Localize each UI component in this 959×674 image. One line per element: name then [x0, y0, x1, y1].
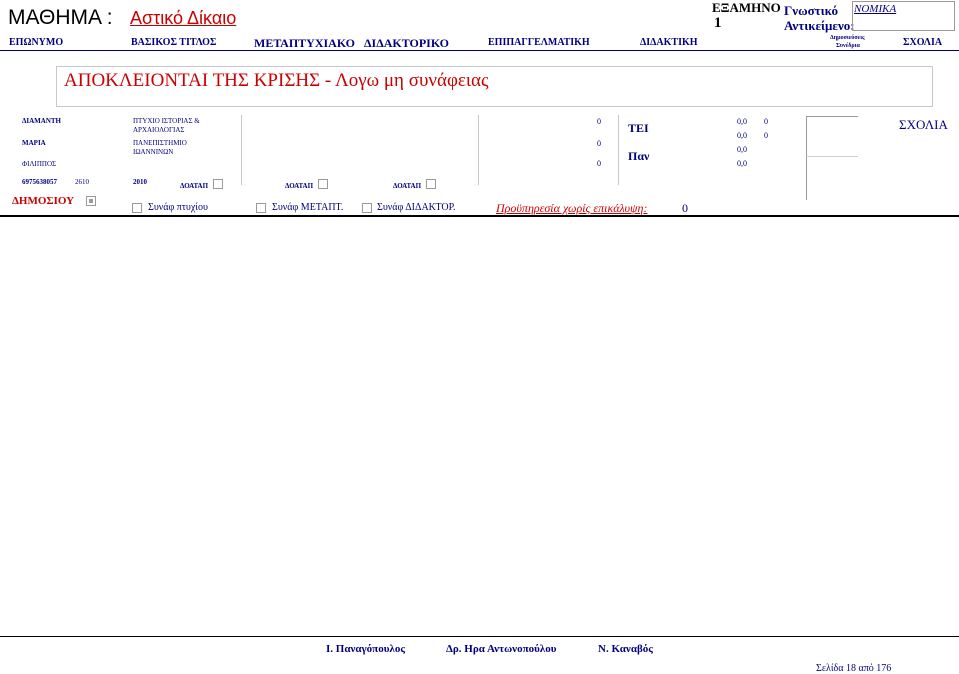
publications-box-2	[806, 156, 858, 200]
footer-signer-2: Δρ. Ηρα Αντωνοπούλου	[446, 643, 557, 655]
col-publications-line1: Δημοσιεύσεις	[830, 35, 865, 41]
footer-signer-1: Ι. Παναγόπουλος	[326, 643, 405, 655]
record-university-line2: ΙΩΑΝΝΙΝΩΝ	[133, 148, 174, 156]
teach-value-4: 0,0	[737, 159, 747, 168]
teach-value-5: 0	[764, 117, 768, 126]
doatap-label-2: ΔΟΑΤΑΠ	[285, 182, 314, 190]
col-publications-line2: Συνέδρια	[836, 43, 860, 49]
doatap-label-3: ΔΟΑΤΑΠ	[393, 182, 422, 190]
record-code: 2610	[75, 178, 89, 186]
doatap-label-1: ΔΟΑΤΑΠ	[180, 182, 209, 190]
public-sector-label: ΔΗΜΟΣΙΟΥ	[12, 195, 75, 207]
relevance-doctorate-label: Συνάφ ΔΙΔΑΚΤΟΡ.	[377, 202, 456, 213]
col-comments: ΣΧΟΛΙΑ	[903, 37, 943, 48]
teach-value-3: 0,0	[737, 145, 747, 154]
col-teaching: ΔΙΔΑΚΤΙΚΗ	[640, 37, 698, 48]
record-degree-year: 2010	[133, 178, 147, 186]
record-bottom-rule	[0, 215, 959, 217]
record-divider-1	[241, 115, 242, 185]
area-label-line2: Αντικείμενο:	[784, 18, 855, 33]
record-first-name: ΜΑΡΙΑ	[22, 139, 46, 147]
footer-signer-3: Ν. Καναβός	[598, 643, 653, 655]
area-value: ΝΟΜΙΚΑ	[854, 3, 897, 15]
doatap-checkbox-1[interactable]	[213, 179, 223, 189]
record-divider-3	[618, 115, 619, 185]
banner-text: ΑΠΟΚΛΕΙΟΝΤΑΙ ΤΗΣ ΚΡΙΣΗΣ - Λογω μη συνάφε…	[64, 70, 489, 91]
subject-label: ΜΑΘΗΜΑ :	[8, 6, 113, 29]
col-surname: ΕΠΩΝΥΜΟ	[9, 37, 64, 48]
record-phone: 6975638057	[22, 178, 57, 186]
record-university-line1: ΠΑΝΕΠΙΣΤΗΜΙΟ	[133, 139, 187, 147]
subject-value: Αστικό Δίκαιο	[130, 8, 237, 28]
col-professional: ΕΠΙΠΑΓΓΕΛΜΑΤΙΚΗ	[488, 37, 590, 48]
area-label-line1: Γνωστικό	[784, 3, 839, 18]
record-surname: ΔΙΑΜΑΝΤΗ	[22, 117, 61, 125]
record-degree-line1: ΠΤΥΧΙΟ ΙΣΤΟΡΙΑΣ &	[133, 117, 200, 125]
footer-page-info: Σελίδα 18 από 176	[816, 663, 892, 674]
publications-box-1	[806, 116, 858, 156]
doatap-checkbox-3[interactable]	[426, 179, 436, 189]
prior-service-value: 0	[682, 201, 688, 215]
public-sector-checkbox[interactable]	[86, 196, 96, 206]
semester-label: ΕΞΑΜΗΝΟ	[712, 0, 781, 15]
prof-value-2: 0	[597, 139, 601, 148]
prof-value-3: 0	[597, 159, 601, 168]
col-doctorate: ΔΙΔΑΚΤΟΡΙΚΟ	[364, 36, 449, 50]
teach-value-6: 0	[764, 131, 768, 140]
relevance-degree-checkbox[interactable]	[132, 203, 142, 213]
teach-value-2: 0,0	[737, 131, 747, 140]
semester-value: 1	[714, 15, 722, 31]
teach-value-1: 0,0	[737, 117, 747, 126]
header-divider	[0, 50, 959, 51]
relevance-doctorate-checkbox[interactable]	[362, 203, 372, 213]
col-masters: ΜΕΤΑΠΤΥΧΙΑΚΟ	[254, 36, 355, 50]
record-comments: ΣΧΟΛΙΑ	[899, 117, 948, 132]
record-degree-line2: ΑΡΧΑΙΟΛΟΓΙΑΣ	[133, 126, 185, 134]
col-main-degree: ΒΑΣΙΚΟΣ ΤΙΤΛΟΣ	[131, 37, 217, 48]
pan-label: Παν	[628, 149, 650, 163]
relevance-masters-checkbox[interactable]	[256, 203, 266, 213]
record-father-name: ΦΙΛΙΠΠΟΣ	[22, 160, 57, 168]
tei-label: ΤΕΙ	[628, 121, 649, 135]
doatap-checkbox-2[interactable]	[318, 179, 328, 189]
relevance-masters-label: Συνάφ ΜΕΤΑΠΤ.	[272, 202, 344, 213]
prof-value-1: 0	[597, 117, 601, 126]
footer-rule	[0, 636, 959, 637]
prior-service-label: Προϋπηρεσία χωρίς επικάλυψη:	[496, 201, 648, 215]
record-divider-2	[478, 115, 479, 185]
relevance-degree-label: Συνάφ πτυχίου	[148, 202, 208, 213]
